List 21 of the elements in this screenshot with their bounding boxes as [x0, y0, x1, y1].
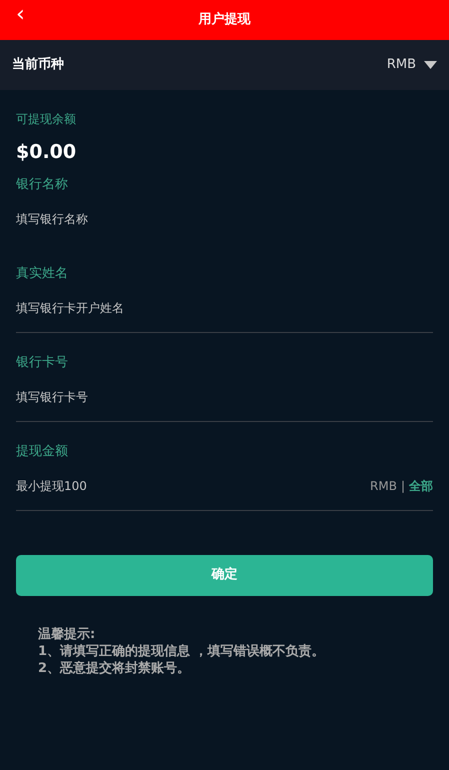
caret-icon — [424, 61, 437, 69]
all-button[interactable]: 全部 — [409, 476, 433, 494]
field-label: 银行卡号 — [16, 354, 68, 370]
input-field[interactable]: 填写银行卡开户姓名 — [16, 298, 433, 316]
currency-unit: RMB — [370, 478, 397, 494]
input-field[interactable]: 填写银行卡号 — [16, 388, 433, 406]
field-label: 银行名称 — [16, 176, 68, 192]
tips-title: 温馨提示: — [38, 626, 96, 642]
field-label: 真实姓名 — [16, 266, 68, 280]
input-field[interactable]: 最小提现100 — [16, 476, 370, 494]
tip-text: 2、恶意提交将封禁账号。 — [38, 660, 192, 676]
balance-amount: $0.00 — [16, 141, 76, 163]
separator: | — [400, 478, 405, 494]
currency-dropdown[interactable]: RMB — [386, 55, 437, 75]
input-field[interactable]: 填写银行名称 — [16, 210, 433, 228]
back-button[interactable]: ‹ — [12, 2, 29, 28]
field-label: 提现金额 — [16, 444, 68, 458]
page-title: 用户提现 — [198, 12, 250, 27]
balance-label: 可提现余额 — [16, 112, 76, 126]
currency-label: 当前币种 — [12, 56, 64, 74]
tip-text: 1、请填写正确的提现信息 ，填写错误概不负责。 — [38, 642, 326, 660]
